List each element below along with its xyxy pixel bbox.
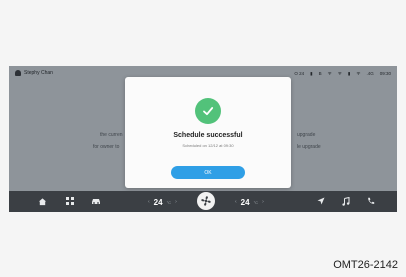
music-icon[interactable]	[340, 195, 352, 207]
user-avatar-icon	[15, 70, 21, 76]
ok-button[interactable]: OK	[171, 166, 245, 179]
background-text: upgrade	[297, 132, 316, 138]
temp-unit: °C	[253, 199, 259, 205]
temp-unit: °C	[166, 199, 172, 205]
home-icon[interactable]	[36, 195, 48, 207]
car-icon[interactable]	[89, 195, 102, 207]
dialog-title: Schedule successful	[173, 132, 243, 139]
background-text: le upgrade	[297, 144, 321, 150]
network-label: .4G	[366, 71, 374, 76]
background-text: the curren	[100, 132, 123, 138]
schedule-success-dialog: Schedule successful Scheduled on 12/12 a…	[125, 77, 291, 188]
temp-increase-button[interactable]: ›	[175, 199, 177, 205]
dialog-subtitle: Scheduled on 12/12 at 09:30	[182, 143, 234, 148]
success-check-icon	[195, 98, 221, 124]
temp-decrease-button[interactable]: ‹	[148, 199, 150, 205]
passenger-temperature: 24	[240, 197, 250, 207]
driver-temperature-control: ‹ 24 °C ›	[148, 196, 177, 208]
battery-icon: ▮	[310, 71, 313, 76]
sim-icon: ▮	[347, 71, 351, 76]
status-temperature: O 24	[294, 71, 305, 76]
bottom-dock: ‹ 24 °C › ‹ 24 °C ›	[9, 191, 397, 212]
hotspot-icon: ᯤ	[337, 71, 342, 76]
user-name: Stephy Chan	[24, 70, 53, 76]
background-text: for owner to	[93, 144, 120, 150]
driver-temperature: 24	[153, 197, 163, 207]
wifi-icon: ᯤ	[327, 71, 332, 76]
temp-decrease-button[interactable]: ‹	[235, 199, 237, 205]
phone-icon[interactable]	[365, 195, 377, 207]
passenger-temperature-control: ‹ 24 °C ›	[235, 196, 264, 208]
status-icons: O 24 ▮ B ᯤ ᯤ ▮ ᯤ .4G 09:30	[294, 71, 391, 77]
car-screen: Stephy Chan O 24 ▮ B ᯤ ᯤ ▮ ᯤ .4G 09:30 t…	[9, 66, 397, 212]
user-profile[interactable]: Stephy Chan	[15, 70, 53, 76]
clock: 09:30	[379, 71, 391, 76]
fan-icon[interactable]	[197, 192, 215, 210]
temp-increase-button[interactable]: ›	[262, 199, 264, 205]
apps-grid-icon[interactable]	[64, 195, 76, 207]
figure-caption: OMT26-2142	[333, 259, 398, 271]
navigation-icon[interactable]	[315, 195, 327, 207]
bluetooth-icon: B	[318, 71, 322, 76]
signal-icon: ᯤ	[356, 71, 361, 76]
